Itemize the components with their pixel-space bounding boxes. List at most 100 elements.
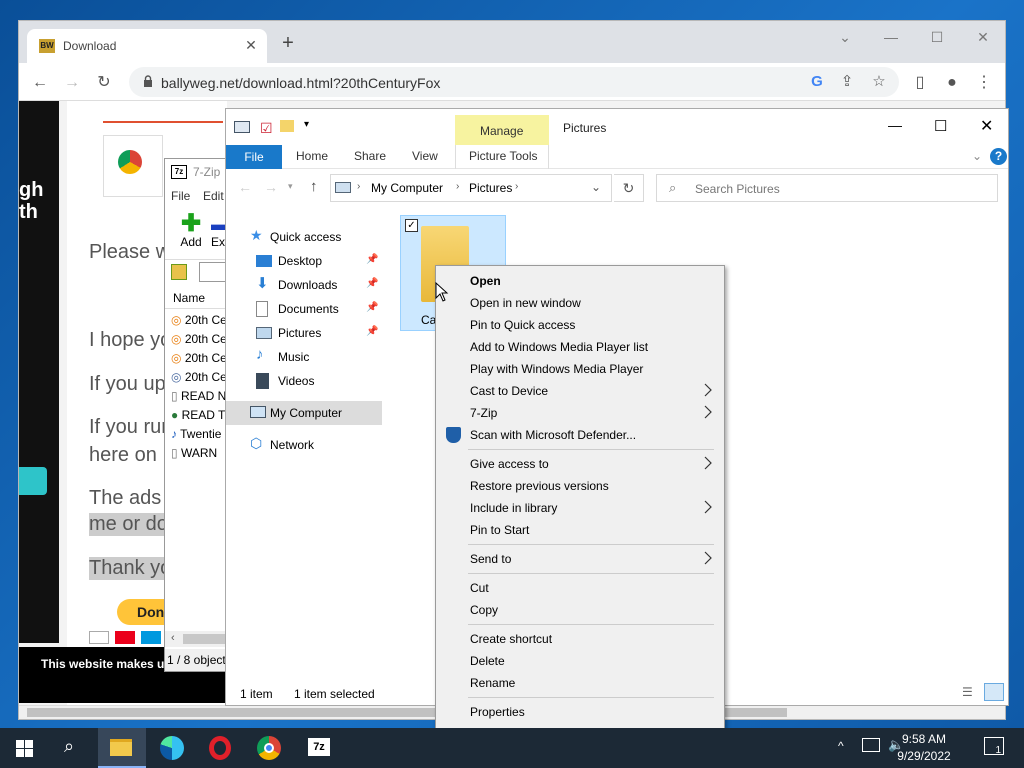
column-name[interactable]: Name <box>173 291 205 305</box>
kebab-menu-icon[interactable]: ⋮ <box>973 72 995 94</box>
tab-view[interactable]: View <box>412 149 438 163</box>
scroll-left-icon[interactable]: ‹ <box>171 632 175 644</box>
add-button[interactable]: ✚ Add <box>173 212 209 253</box>
menu-item-7-zip[interactable]: 7-Zip <box>438 402 722 424</box>
taskbar-file-explorer[interactable] <box>98 728 146 768</box>
profile-avatar-icon[interactable]: ● <box>941 72 963 94</box>
menu-item-delete[interactable]: Delete <box>438 650 722 672</box>
menu-file[interactable]: File <box>171 189 190 203</box>
menu-item-rename[interactable]: Rename <box>438 672 722 694</box>
bookmark-star-icon[interactable]: ☆ <box>869 72 889 92</box>
quick-access-toolbar-chevron-icon[interactable]: ▾ <box>304 119 309 130</box>
menu-item-cut[interactable]: Cut <box>438 577 722 599</box>
notification-center-icon[interactable]: 1 <box>984 737 1004 756</box>
menu-item-scan-with-microsoft-defender[interactable]: Scan with Microsoft Defender... <box>438 424 722 446</box>
menu-edit[interactable]: Edit <box>203 189 224 203</box>
menu-item-play-with-windows-media-player[interactable]: Play with Windows Media Player <box>438 358 722 380</box>
menu-item-properties[interactable]: Properties <box>438 701 722 723</box>
address-history-chevron-icon[interactable]: ⌄ <box>591 180 601 194</box>
nav-videos[interactable]: Videos <box>226 369 382 393</box>
nav-quick-access[interactable]: ★ Quick access <box>226 225 382 249</box>
recent-locations-chevron-icon[interactable]: ▾ <box>288 181 293 192</box>
menu-item-send-to[interactable]: Send to <box>438 548 722 570</box>
window-app-icon[interactable] <box>234 121 250 133</box>
close-button[interactable]: ✕ <box>980 116 993 136</box>
help-icon[interactable]: ? <box>990 148 1007 165</box>
tab-file[interactable]: File <box>226 145 282 169</box>
breadcrumb-pictures[interactable]: Pictures <box>469 181 512 195</box>
manage-contextual-tab[interactable]: Manage <box>455 115 549 145</box>
back-arrow-icon[interactable]: ← <box>29 72 51 94</box>
minimize-button[interactable]: — <box>888 117 902 133</box>
search-button[interactable]: ⌕ <box>48 728 96 768</box>
refresh-button[interactable]: ↻ <box>614 174 644 202</box>
feedback-tab[interactable] <box>19 467 47 495</box>
new-folder-quick-icon[interactable] <box>280 120 294 132</box>
large-icons-view-icon[interactable] <box>984 683 1004 701</box>
7zip-column-header[interactable]: Name <box>165 287 233 309</box>
taskbar-7zip[interactable]: 7z <box>295 728 343 768</box>
nav-network[interactable]: ⬡ Network <box>226 433 382 457</box>
menu-item-restore-previous-versions[interactable]: Restore previous versions <box>438 475 722 497</box>
forward-arrow-icon[interactable]: → <box>61 72 83 94</box>
menu-item-cast-to-device[interactable]: Cast to Device <box>438 380 722 402</box>
forward-arrow-icon[interactable]: → <box>264 179 278 195</box>
visa-icon <box>89 631 109 644</box>
search-box[interactable]: ⌕ Search Pictures <box>656 174 998 202</box>
nav-pictures[interactable]: Pictures 📌 <box>226 321 382 345</box>
nav-documents[interactable]: Documents 📌 <box>226 297 382 321</box>
ribbon-expand-chevron-icon[interactable]: ⌄ <box>972 149 982 163</box>
menu-item-copy[interactable]: Copy <box>438 599 722 621</box>
7zip-hscrollbar[interactable]: ‹ <box>165 631 233 647</box>
google-lens-icon[interactable]: G <box>807 72 827 92</box>
side-panel-icon[interactable]: ▯ <box>909 72 931 94</box>
menu-item-pin-to-quick-access[interactable]: Pin to Quick access <box>438 314 722 336</box>
reload-icon[interactable]: ↻ <box>93 72 115 94</box>
menu-item-include-in-library[interactable]: Include in library <box>438 497 722 519</box>
taskbar-edge[interactable] <box>148 728 196 768</box>
menu-item-add-to-windows-media-player-list[interactable]: Add to Windows Media Player list <box>438 336 722 358</box>
taskbar-opera[interactable] <box>196 728 244 768</box>
tab-home[interactable]: Home <box>296 149 328 163</box>
address-bar[interactable]: ballyweg.net/download.html?20thCenturyFo… <box>129 67 899 97</box>
7zip-address-bar[interactable] <box>165 259 233 285</box>
details-view-icon[interactable]: ☰ <box>962 685 973 699</box>
maximize-button[interactable]: ☐ <box>934 117 947 135</box>
blender-icon: ◎ <box>171 313 182 327</box>
nav-music[interactable]: ♪ Music <box>226 345 382 369</box>
address-bar[interactable]: › My Computer › Pictures › ⌄ <box>330 174 612 202</box>
blender-icon: ◎ <box>171 332 182 346</box>
up-arrow-icon[interactable]: ↑ <box>310 178 318 195</box>
maximize-button[interactable]: ☐ <box>923 29 951 49</box>
nav-my-computer[interactable]: My Computer <box>226 401 382 425</box>
tab-search-chevron-down-icon[interactable]: ⌄ <box>831 29 859 49</box>
new-tab-button[interactable]: + <box>277 33 299 55</box>
desktop-icon <box>256 255 272 267</box>
close-button[interactable]: ✕ <box>969 29 997 49</box>
item-checkbox[interactable]: ✓ <box>405 219 418 232</box>
menu-item-pin-to-start[interactable]: Pin to Start <box>438 519 722 541</box>
taskbar-chrome[interactable] <box>245 728 293 768</box>
minimize-button[interactable]: — <box>877 29 905 49</box>
up-folder-icon[interactable] <box>171 264 187 280</box>
network-icon: ⬡ <box>250 435 263 451</box>
back-arrow-icon[interactable]: ← <box>238 179 252 195</box>
share-icon[interactable]: ⇪ <box>837 72 857 92</box>
menu-item-create-shortcut[interactable]: Create shortcut <box>438 628 722 650</box>
menu-item-give-access-to[interactable]: Give access to <box>438 453 722 475</box>
nav-desktop[interactable]: Desktop 📌 <box>226 249 382 273</box>
show-hidden-icons-chevron-icon[interactable]: ^ <box>838 739 844 753</box>
start-button[interactable] <box>0 728 48 768</box>
breadcrumb-my-computer[interactable]: My Computer <box>371 181 443 195</box>
tab-share[interactable]: Share <box>354 149 386 163</box>
network-status-icon[interactable] <box>862 738 880 752</box>
menu-item-open[interactable]: Open <box>438 270 722 292</box>
nav-downloads[interactable]: ⬇ Downloads 📌 <box>226 273 382 297</box>
clock[interactable]: 9:58 AM 9/29/2022 <box>884 731 964 765</box>
tab-close-icon[interactable]: ✕ <box>243 37 259 53</box>
menu-item-open-in-new-window[interactable]: Open in new window <box>438 292 722 314</box>
tab-picture-tools[interactable]: Picture Tools <box>455 145 549 169</box>
page-text-line: Please w <box>89 241 171 263</box>
properties-quick-icon[interactable]: ☑ <box>260 120 273 137</box>
tab-download[interactable]: BW Download ✕ <box>27 29 267 63</box>
